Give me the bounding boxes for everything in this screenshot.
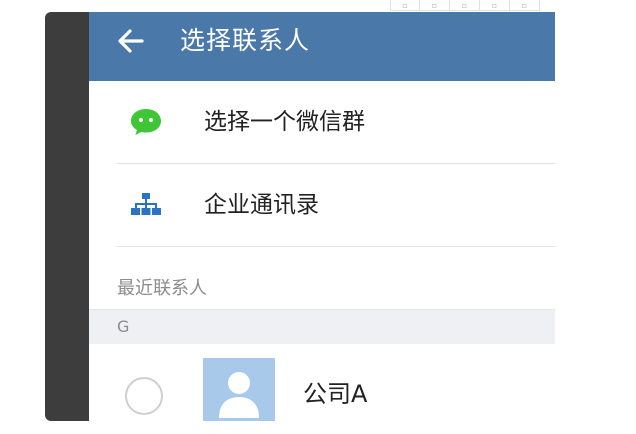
arrow-left-icon bbox=[118, 29, 144, 53]
phone-frame: 选择联系人 选择一个微信群 企业通讯录 最近联系人 G 公司A bbox=[45, 12, 555, 421]
toolbar-icons: ▫ ▫ ▫ ▫ ▫ bbox=[390, 0, 540, 12]
contact-name: 公司A bbox=[303, 380, 368, 408]
toolbar-icon[interactable]: ▫ bbox=[390, 0, 420, 11]
divider bbox=[117, 246, 555, 247]
back-button[interactable] bbox=[113, 24, 149, 58]
contact-select-radio[interactable] bbox=[125, 377, 163, 415]
toolbar-icon[interactable]: ▫ bbox=[420, 0, 450, 11]
select-wechat-group-label: 选择一个微信群 bbox=[204, 109, 365, 135]
default-avatar-icon bbox=[219, 372, 259, 418]
title-bar: 选择联系人 bbox=[89, 12, 555, 81]
index-letter: G bbox=[117, 317, 130, 336]
contact-row[interactable]: 公司A bbox=[89, 344, 555, 421]
select-wechat-group-item[interactable]: 选择一个微信群 bbox=[89, 81, 555, 163]
wechat-chat-icon bbox=[131, 109, 161, 135]
avatar bbox=[203, 358, 275, 421]
page-title: 选择联系人 bbox=[180, 26, 311, 55]
toolbar-icon[interactable]: ▫ bbox=[510, 0, 540, 11]
index-letter-bar: G bbox=[89, 309, 555, 344]
enterprise-directory-item[interactable]: 企业通讯录 bbox=[89, 164, 555, 246]
page: ▫ ▫ ▫ ▫ ▫ 选择联系人 选择一个微信群 企业通讯录 最近联系人 G 公司… bbox=[0, 0, 636, 434]
phone-screen: 选择联系人 选择一个微信群 企业通讯录 最近联系人 G 公司A bbox=[89, 12, 555, 421]
enterprise-directory-label: 企业通讯录 bbox=[204, 192, 319, 218]
toolbar-icon[interactable]: ▫ bbox=[450, 0, 480, 11]
toolbar-icon[interactable]: ▫ bbox=[480, 0, 510, 11]
org-chart-icon bbox=[131, 193, 161, 215]
